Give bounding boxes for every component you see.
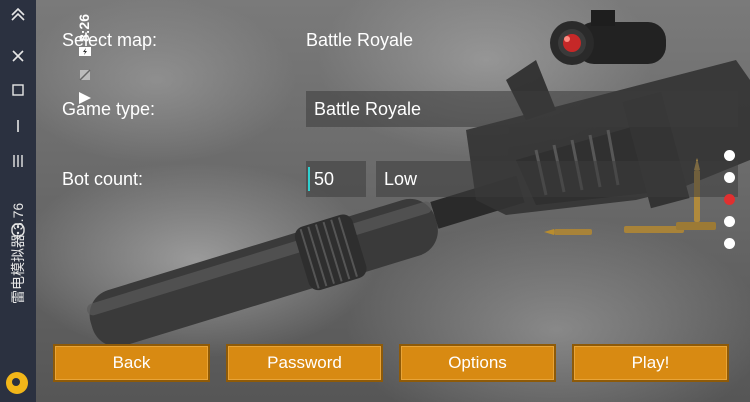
back-button[interactable]: Back <box>53 344 210 382</box>
page-dot[interactable] <box>724 172 735 183</box>
select-map-label: Select map: <box>62 30 158 50</box>
page-dot-active[interactable] <box>724 194 735 205</box>
password-button[interactable]: Password <box>226 344 383 382</box>
rifle-background-image <box>86 10 750 347</box>
text-cursor <box>308 167 310 191</box>
window-icon[interactable] <box>0 82 36 102</box>
game-screen: 8:26 Select map: Battle Royale Game type… <box>36 0 750 402</box>
bot-count-input[interactable]: 50 <box>306 161 366 197</box>
close-icon[interactable] <box>0 48 36 68</box>
no-sim-icon <box>79 69 91 81</box>
emulator-logo-icon <box>6 372 28 394</box>
chevron-up-icon[interactable] <box>0 6 36 26</box>
options-button[interactable]: Options <box>399 344 556 382</box>
page-dot[interactable] <box>724 150 735 161</box>
page-dot[interactable] <box>724 216 735 227</box>
play-button[interactable]: Play! <box>572 344 729 382</box>
select-map-value[interactable]: Battle Royale <box>306 30 413 51</box>
game-type-label: Game type: <box>62 99 156 119</box>
game-type-dropdown[interactable]: Battle Royale <box>306 91 738 127</box>
android-status-bar: 8:26 <box>72 0 98 402</box>
menu-icon[interactable] <box>0 153 36 173</box>
emulator-version: 雷电模拟器 3.76 <box>10 202 26 304</box>
game-type-value: Battle Royale <box>314 99 422 119</box>
bot-difficulty-value: Low <box>384 169 418 189</box>
bot-difficulty-dropdown[interactable]: Low <box>376 161 738 197</box>
bot-count-label: Bot count: <box>62 169 144 189</box>
emulator-sidebar: 雷电模拟器 3.76 <box>0 0 36 402</box>
bot-count-value: 50 <box>314 169 335 189</box>
page-dot[interactable] <box>724 238 735 249</box>
minimize-icon[interactable] <box>0 118 36 138</box>
